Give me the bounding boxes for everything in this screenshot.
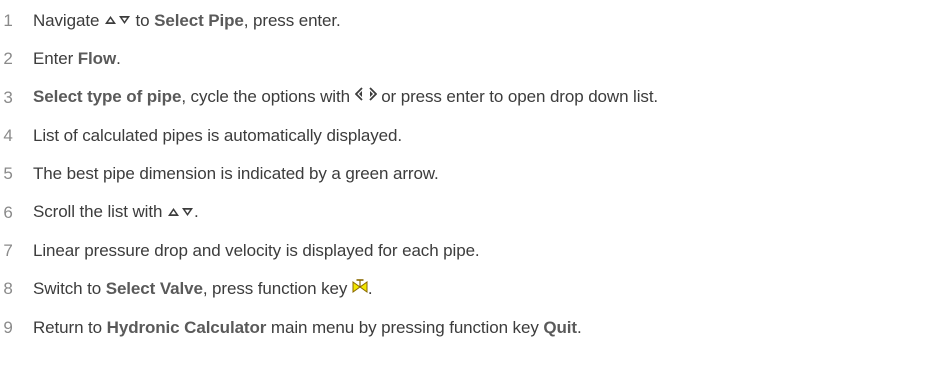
- step-emphasis: Flow: [77, 49, 117, 69]
- step-text-run: , press function key: [202, 278, 352, 298]
- step-text: Navigate to Select Pipe, press enter.: [33, 11, 341, 32]
- step-item: 2 Enter Flow.: [0, 40, 938, 78]
- left-right-arrows-icon: [354, 86, 377, 107]
- step-item: 1 Navigate to Select Pipe, press enter.: [0, 2, 938, 40]
- step-text: The best pipe dimension is indicated by …: [33, 164, 439, 184]
- step-item: 8 Switch to Select Valve, press function …: [0, 270, 938, 308]
- step-item: 5 The best pipe dimension is indicated by…: [0, 155, 938, 193]
- step-text-run: .: [193, 202, 199, 222]
- step-text: Enter Flow.: [33, 49, 121, 69]
- step-item: 6 Scroll the list with .: [0, 193, 938, 231]
- step-text: Scroll the list with .: [33, 202, 199, 223]
- step-text-run: .: [367, 278, 373, 298]
- instruction-steps: 1 Navigate to Select Pipe, press enter. 2 E…: [0, 2, 938, 347]
- step-text-run: Linear pressure drop and velocity is dis…: [33, 240, 480, 260]
- step-text-run: Return to: [33, 317, 107, 337]
- valve-icon: [352, 278, 368, 298]
- step-text: Select type of pipe, cycle the options w…: [33, 87, 658, 108]
- step-text-run: Switch to: [33, 278, 106, 298]
- step-text-run: Enter: [33, 49, 78, 69]
- step-text-run: .: [576, 317, 582, 337]
- step-text-run: Navigate: [33, 10, 104, 30]
- step-item: 3 Select type of pipe, cycle the options …: [0, 79, 938, 117]
- step-emphasis: Select Valve: [105, 278, 203, 298]
- step-text-run: , cycle the options with: [181, 87, 355, 107]
- step-number: 8: [3, 279, 13, 299]
- step-emphasis: Hydronic Calculator: [106, 317, 267, 337]
- step-number: 5: [3, 164, 13, 184]
- step-number: 2: [3, 49, 13, 69]
- step-text-run: to: [130, 10, 155, 30]
- step-text-run: main menu by pressing function key: [266, 317, 544, 337]
- step-item: 7 Linear pressure drop and velocity is di…: [0, 232, 938, 270]
- step-text: Linear pressure drop and velocity is dis…: [33, 241, 480, 261]
- step-text-run: , press enter.: [243, 10, 341, 30]
- step-emphasis: Quit: [543, 317, 577, 337]
- step-text: List of calculated pipes is automaticall…: [33, 126, 402, 146]
- step-number: 6: [3, 202, 13, 222]
- step-emphasis: Select Pipe: [154, 10, 244, 30]
- step-number: 1: [3, 11, 13, 31]
- step-emphasis: Select type of pipe: [33, 87, 182, 107]
- step-text-run: The best pipe dimension is indicated by …: [33, 164, 439, 184]
- step-text-run: .: [116, 49, 121, 69]
- step-text-run: or press enter to open drop down list.: [376, 87, 659, 107]
- up-down-arrows-icon: [167, 202, 194, 222]
- step-item: 4 List of calculated pipes is automatical…: [0, 117, 938, 155]
- step-number: 9: [3, 317, 13, 337]
- step-item: 9 Return to Hydronic Calculator main menu…: [0, 308, 938, 346]
- step-text: Return to Hydronic Calculator main menu …: [33, 318, 582, 338]
- step-text-run: Scroll the list with: [33, 202, 167, 222]
- step-text-run: List of calculated pipes is automaticall…: [33, 126, 402, 146]
- step-number: 7: [3, 240, 13, 260]
- up-down-arrows-icon: [104, 10, 131, 30]
- step-number: 3: [3, 87, 13, 107]
- step-number: 4: [3, 126, 13, 146]
- step-text: Switch to Select Valve, press function k…: [33, 279, 373, 300]
